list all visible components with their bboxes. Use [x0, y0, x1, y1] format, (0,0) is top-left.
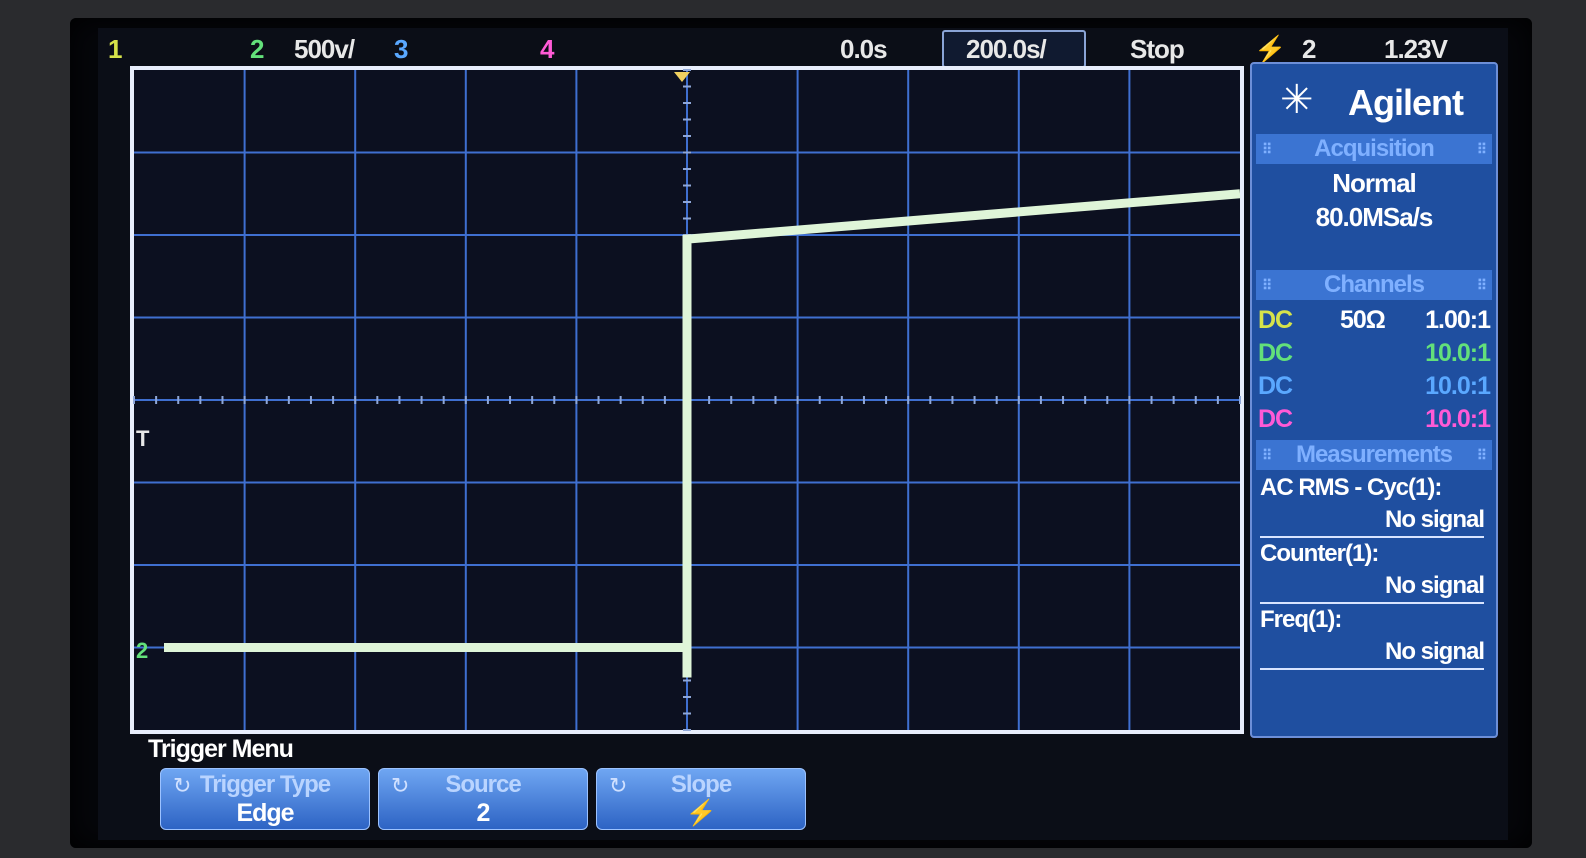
trigger-level-marker: T	[136, 426, 150, 451]
measurement-divider	[1260, 602, 1484, 604]
acquisition-title: Acquisition	[1314, 135, 1435, 162]
channel-coupling: DC	[1258, 372, 1293, 400]
channel-4-indicator[interactable]: 4	[540, 34, 555, 65]
waveform-graticule	[130, 66, 1244, 734]
channel-coupling: DC	[1258, 339, 1293, 367]
softkey-label: Trigger Type	[199, 771, 331, 798]
edge-trigger-icon: ⚡	[1254, 34, 1286, 64]
channel-probe-ratio: 10.0:1	[1425, 339, 1491, 367]
channel-row-3[interactable]: DC 10.0:1	[1256, 370, 1492, 402]
run-state: Stop	[1130, 34, 1185, 64]
trigger-menu-title: Trigger Menu	[148, 735, 294, 763]
info-panel: ✳ Agilent ⠿ Acquisition ⠿ Normal 80.0MSa…	[1250, 62, 1498, 738]
trigger-channel: 2	[1302, 34, 1317, 64]
channel-2-scale: 500v/	[294, 34, 355, 64]
measurement-value: No signal	[1384, 572, 1485, 599]
measurements-header[interactable]: ⠿ Measurements ⠿	[1256, 440, 1492, 470]
measurement-value: No signal	[1384, 506, 1485, 533]
softkey-value: ⚡	[685, 799, 717, 827]
measurement-label: Freq(1):	[1260, 606, 1342, 633]
channel-impedance: 50Ω	[1340, 306, 1386, 334]
channel-coupling: DC	[1258, 405, 1293, 433]
channel-1-indicator[interactable]: 1	[108, 34, 123, 65]
measurement-value: No signal	[1384, 638, 1485, 665]
agilent-logo: ✳ Agilent	[1252, 70, 1496, 130]
channels-header[interactable]: ⠿ Channels ⠿	[1256, 270, 1492, 300]
channel-row-2[interactable]: DC 10.0:1	[1256, 337, 1492, 369]
softkey-value: Edge	[236, 799, 294, 827]
sample-rate: 80.0MSa/s	[1315, 202, 1434, 232]
channel-2-indicator[interactable]: 2	[250, 34, 265, 65]
waveform-display: T 2	[128, 66, 1246, 734]
agilent-spark-icon: ✳	[1280, 78, 1314, 122]
softkey-label: Source	[445, 771, 521, 798]
measurement-label: Counter(1):	[1260, 540, 1379, 567]
softkey-value: 2	[476, 799, 491, 827]
channel-probe-ratio: 10.0:1	[1425, 372, 1491, 400]
slope-softkey[interactable]: ↻ Slope ⚡	[596, 768, 806, 830]
trigger-type-softkey[interactable]: ↻ Trigger Type Edge	[160, 768, 370, 830]
channel-3-indicator[interactable]: 3	[394, 34, 409, 65]
source-softkey[interactable]: ↻ Source 2	[378, 768, 588, 830]
acquisition-mode: Normal	[1332, 168, 1417, 198]
channels-title: Channels	[1323, 271, 1425, 298]
channel-row-1[interactable]: DC 50Ω 1.00:1	[1256, 304, 1492, 336]
measurements-title: Measurements	[1295, 441, 1453, 468]
measurement-label: AC RMS - Cyc(1):	[1260, 474, 1442, 501]
trigger-level: 1.23V	[1384, 34, 1448, 64]
measurement-divider	[1260, 536, 1484, 538]
channel-probe-ratio: 1.00:1	[1425, 306, 1491, 334]
acquisition-header[interactable]: ⠿ Acquisition ⠿	[1256, 134, 1492, 164]
channel-row-4[interactable]: DC 10.0:1	[1256, 403, 1492, 435]
time-scale: 200.0s/	[966, 34, 1047, 64]
channel-2-ground-marker: 2	[136, 638, 149, 663]
softkey-label: Slope	[670, 771, 732, 798]
channel-probe-ratio: 10.0:1	[1425, 405, 1491, 433]
measurement-divider	[1260, 668, 1484, 670]
time-position: 0.0s	[840, 34, 888, 64]
channel-coupling: DC	[1258, 306, 1293, 334]
brand-name: Agilent	[1348, 82, 1464, 123]
